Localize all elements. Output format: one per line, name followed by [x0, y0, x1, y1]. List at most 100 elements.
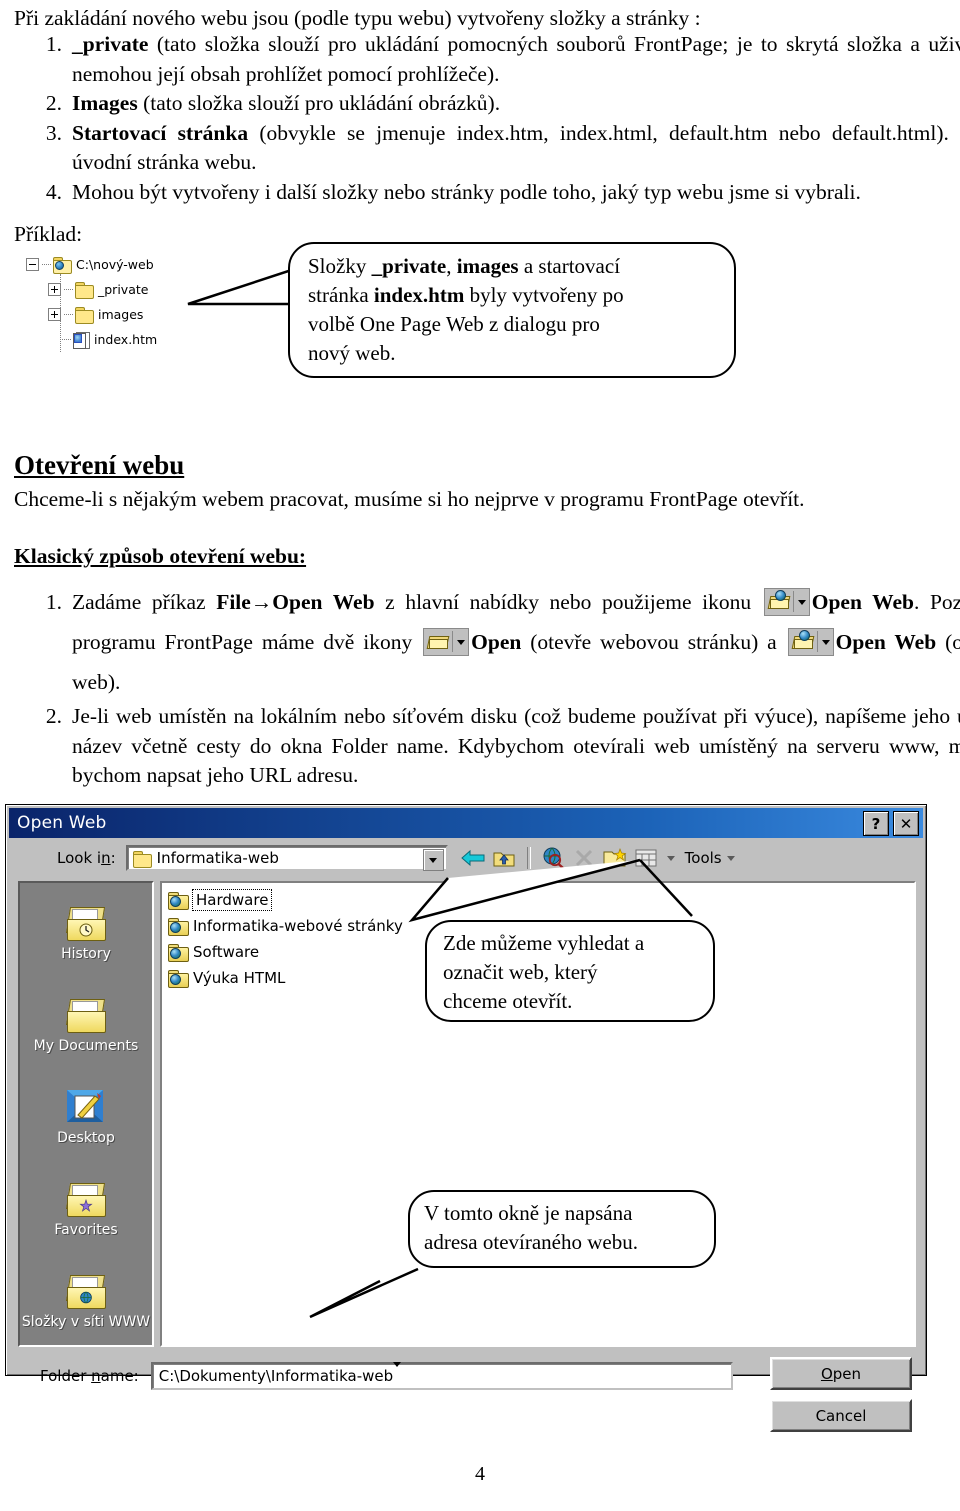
bubble-line-2: stránka index.htm byly vytvořeny po [308, 283, 624, 307]
folder-icon [75, 282, 94, 299]
places-bar: History My Documents Desktop Favorites S… [18, 881, 154, 1347]
folders-list: 1. _private (tato složka slouží pro uklád… [14, 30, 960, 207]
bubble-line-1: V tomto okně je napsána [424, 1201, 633, 1225]
toolbar-separator [526, 847, 531, 869]
bubble-line-1: Zde můžeme vyhledat a [443, 931, 645, 955]
views-dropdown-icon[interactable] [666, 855, 675, 861]
step-text: Je-li web umístěn na lokálním nebo síťov… [72, 704, 960, 787]
places-item-favorites[interactable]: Favorites [20, 1163, 152, 1255]
bubble-line-2: adresa otevíraného webu. [424, 1230, 638, 1254]
folder-icon [75, 307, 94, 324]
tree-row-images[interactable]: images [26, 302, 276, 327]
up-one-level-icon[interactable] [491, 845, 518, 871]
places-item-history[interactable]: History [20, 887, 152, 979]
help-button[interactable]: ? [863, 811, 889, 836]
tools-dropdown-icon[interactable] [726, 855, 735, 861]
bubble-line-2: označit web, který [443, 960, 598, 984]
views-icon[interactable] [633, 845, 660, 871]
list-item[interactable]: Informatika-webové stránky [166, 913, 403, 939]
list-item-number: 3. [45, 120, 62, 145]
folder-name-dropdown-button[interactable] [393, 1361, 402, 1386]
tools-menu-button[interactable]: Tools [685, 849, 722, 867]
places-item-desktop[interactable]: Desktop [20, 1071, 152, 1163]
look-in-value: Informatika-web [156, 849, 279, 867]
step-number: 2. [45, 704, 62, 728]
open-web-steps-list: 1. Zadáme příkaz File→Open Web z hlavní n… [14, 582, 960, 791]
list-item-images: 2. Images (tato složka slouží pro ukládán… [46, 89, 960, 119]
web-folder-icon [168, 943, 189, 962]
callout-bubble-select-web: Zde můžeme vyhledat a označit web, který… [425, 920, 715, 1022]
list-item-number: 2. [45, 91, 62, 115]
places-item-my-documents[interactable]: My Documents [20, 979, 152, 1071]
list-item-label: Hardware [191, 889, 273, 911]
step-text: (otevře webovou stránku) a [521, 630, 786, 654]
step-item-2: 2. Je-li web umístěn na lokálním nebo síť… [46, 702, 960, 791]
expand-expander-icon[interactable] [48, 283, 61, 296]
section-paragraph: Chceme-li s nějakým webem pracovat, musí… [14, 487, 805, 511]
desktop-icon [64, 1087, 108, 1127]
collapse-expander-icon[interactable] [26, 258, 39, 271]
list-item-term: Images [72, 91, 138, 115]
step-number: 1. [45, 590, 62, 614]
close-button[interactable]: ✕ [893, 811, 919, 836]
folder-tree: C:\nový-web _private images index.htm [26, 252, 276, 352]
dialog-title-bar: Open Web ? ✕ [9, 808, 923, 838]
tree-row-root[interactable]: C:\nový-web [26, 252, 276, 277]
list-item-startovaci-stranka: 3. Startovací stránka (obvykle se jmenuje… [46, 119, 960, 178]
open-button[interactable]: Open [770, 1357, 912, 1390]
bubble-line-3: volbě One Page Web z dialogu pro [308, 312, 600, 336]
history-folder-icon [64, 903, 108, 943]
open-label: Open [471, 630, 522, 654]
search-web-icon[interactable] [540, 845, 567, 871]
intro-paragraph: Při zakládání nového webu jsou (podle ty… [14, 6, 701, 30]
back-icon[interactable] [460, 845, 487, 871]
bubble-line-4: nový web. [308, 341, 396, 365]
look-in-label: Look in: [57, 849, 116, 867]
look-in-combobox[interactable]: Informatika-web [125, 845, 448, 871]
list-item-number: 4. [45, 179, 62, 204]
list-item[interactable]: Hardware [166, 887, 273, 913]
list-item-private: 1. _private (tato složka slouží pro uklád… [46, 30, 960, 89]
subsection-heading-klasicky-zpusob: Klasický způsob otevření webu: [14, 544, 307, 568]
folder-icon [132, 850, 152, 868]
open-toolbar-icon [423, 628, 470, 656]
tree-row-private[interactable]: _private [26, 277, 276, 302]
list-item-text: Mohou být vytvořeny i další složky nebo … [72, 179, 861, 204]
bubble-line-1: Složky _private, images a startovací [308, 254, 621, 278]
list-item-number: 1. [45, 32, 62, 56]
open-web-toolbar-icon [763, 588, 810, 616]
tree-connector [64, 288, 73, 291]
open-web-toolbar-icon-2 [787, 628, 834, 656]
places-item-label: Složky v síti WWW [21, 1314, 151, 1330]
places-item-label: History [61, 946, 111, 962]
tree-connector [64, 313, 73, 316]
web-folders-icon [64, 1271, 108, 1311]
menu-path-file-open-web: File→Open Web [216, 590, 375, 614]
places-item-web-folders[interactable]: Složky v síti WWW [20, 1255, 152, 1347]
tree-connector [62, 338, 71, 341]
new-folder-icon[interactable] [602, 845, 629, 871]
list-item[interactable]: Výuka HTML [166, 965, 285, 991]
step-text: z hlavní nabídky nebo použijeme ikonu [374, 590, 762, 614]
callout-bubble-tree: Složky _private, images a startovací str… [288, 242, 736, 378]
folder-name-input[interactable]: C:\Dokumenty\Informatika-web [150, 1361, 733, 1390]
folder-name-value: C:\Dokumenty\Informatika-web [158, 1367, 394, 1385]
list-item-dalsi-slozky: 4. Mohou být vytvořeny i další složky neb… [46, 178, 960, 208]
list-item-text: (tato složka slouží pro ukládání obrázků… [137, 91, 501, 115]
cancel-button[interactable]: Cancel [770, 1399, 912, 1432]
open-web-dialog: Open Web ? ✕ Look in: Informatika-web To… [5, 804, 927, 1432]
look-in-dropdown-button[interactable] [422, 849, 444, 871]
places-item-label: My Documents [33, 1038, 139, 1054]
html-file-icon [73, 331, 90, 349]
delete-icon [571, 845, 598, 871]
list-item-label: Software [193, 943, 260, 961]
open-folder-icon [53, 257, 72, 274]
expand-expander-icon[interactable] [48, 308, 61, 321]
tree-connector [42, 263, 51, 266]
list-item[interactable]: Software [166, 939, 259, 965]
web-folder-icon [168, 891, 189, 910]
page-number: 4 [475, 1463, 485, 1485]
list-item-term: _private [72, 32, 149, 56]
step-text: Zadáme příkaz [72, 590, 217, 614]
tree-row-index-htm[interactable]: index.htm [26, 327, 276, 352]
